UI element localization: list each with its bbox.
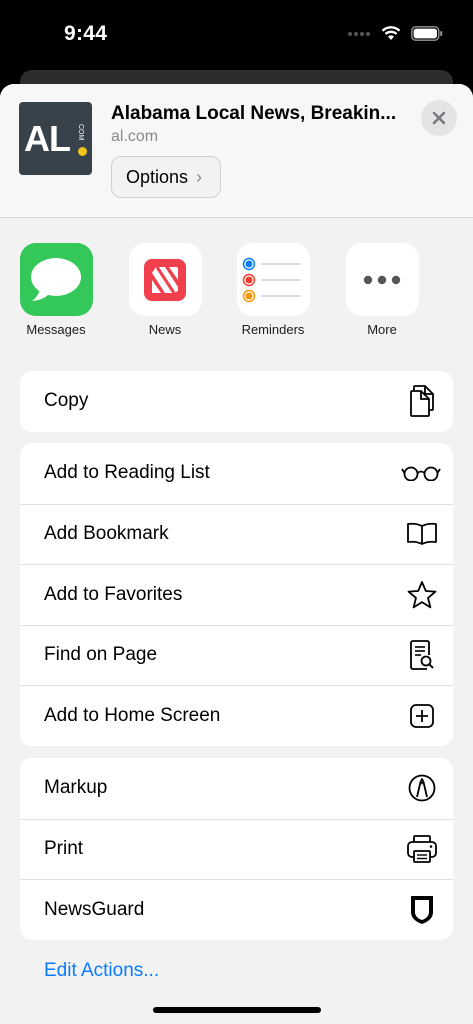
action-group-safari: Add to Reading List Add Bookmark Add to … <box>20 443 453 746</box>
star-icon <box>405 578 439 612</box>
glasses-icon <box>399 456 443 490</box>
app-reminders[interactable]: Reminders <box>228 243 318 337</box>
battery-icon <box>411 26 443 41</box>
logo-text: AL <box>24 118 71 159</box>
options-label: Options <box>126 166 189 187</box>
action-label: Add to Reading List <box>44 462 210 484</box>
app-row: Messages News Reminders More <box>0 218 473 370</box>
status-indicators <box>347 26 443 41</box>
logo-dot <box>78 147 87 156</box>
site-domain: al.com <box>111 128 159 145</box>
app-more[interactable]: More <box>337 243 427 337</box>
status-time: 9:44 <box>64 22 108 45</box>
status-bar: 9:44 <box>0 0 473 70</box>
messages-icon <box>19 243 93 316</box>
site-title: Alabama Local News, Breakin... <box>111 103 397 124</box>
close-icon <box>432 111 446 125</box>
plus-square-icon <box>405 699 439 733</box>
action-find-on-page[interactable]: Find on Page <box>20 624 453 686</box>
more-icon <box>345 243 419 316</box>
site-logo: AL COM <box>19 102 92 175</box>
action-label: Markup <box>44 777 108 799</box>
action-group-extensions: Markup Print NewsGuard <box>20 758 453 940</box>
action-label: Add Bookmark <box>44 523 169 545</box>
action-label: Add to Home Screen <box>44 704 221 726</box>
action-add-bookmark[interactable]: Add Bookmark <box>20 503 453 565</box>
copy-icon <box>405 384 439 418</box>
edit-actions-link[interactable]: Edit Actions... <box>44 960 159 982</box>
markup-pen-icon <box>405 771 439 805</box>
app-label: More <box>367 322 397 337</box>
printer-icon <box>405 832 439 866</box>
find-document-icon <box>405 638 439 672</box>
logo-small-text: COM <box>77 124 84 141</box>
reminders-icon <box>236 243 310 316</box>
share-sheet: AL COM Alabama Local News, Breakin... al… <box>0 84 473 1024</box>
news-icon <box>128 243 202 316</box>
action-add-reading-list[interactable]: Add to Reading List <box>20 443 453 504</box>
wifi-icon <box>381 26 401 40</box>
action-add-home-screen[interactable]: Add to Home Screen <box>20 685 453 746</box>
app-label: News <box>148 322 182 337</box>
chevron-right-icon: › <box>196 166 203 187</box>
action-label: Copy <box>44 390 89 412</box>
app-messages[interactable]: Messages <box>11 243 101 337</box>
action-print[interactable]: Print <box>20 818 453 880</box>
action-label: NewsGuard <box>44 898 145 920</box>
action-add-favorites[interactable]: Add to Favorites <box>20 564 453 625</box>
action-newsguard[interactable]: NewsGuard <box>20 879 453 940</box>
app-label: Messages <box>26 322 86 337</box>
app-label: Reminders <box>241 322 305 337</box>
action-group-copy: Copy <box>20 371 453 432</box>
share-header: AL COM Alabama Local News, Breakin... al… <box>0 84 473 218</box>
shield-icon <box>405 893 439 927</box>
action-label: Find on Page <box>44 644 158 666</box>
action-markup[interactable]: Markup <box>20 758 453 819</box>
book-icon <box>405 517 439 551</box>
app-news[interactable]: News <box>120 243 210 337</box>
options-button[interactable]: Options › <box>111 156 221 198</box>
action-label: Add to Favorites <box>44 583 183 605</box>
action-copy[interactable]: Copy <box>20 371 453 432</box>
home-indicator <box>153 1007 321 1013</box>
close-button[interactable] <box>421 100 457 136</box>
action-label: Print <box>44 838 84 860</box>
signal-icon <box>348 31 370 36</box>
